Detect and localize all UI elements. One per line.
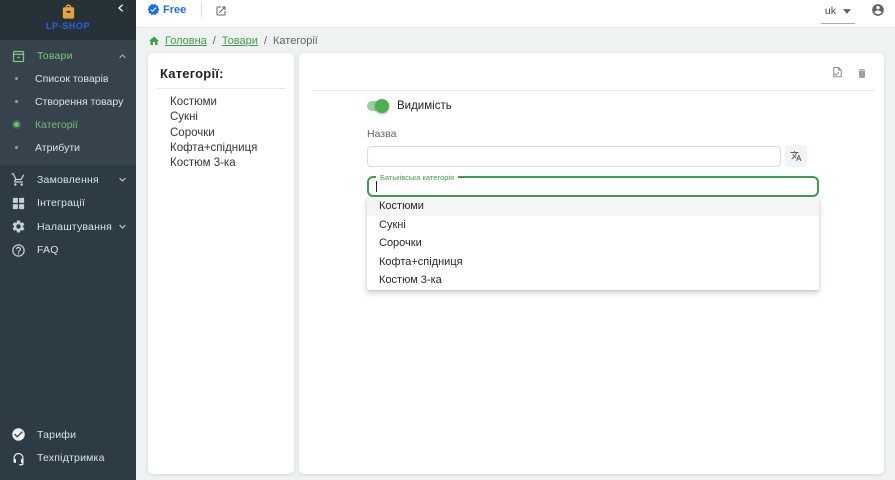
translate-icon — [790, 150, 802, 162]
visibility-toggle-row: Видимість — [367, 98, 819, 114]
sidebar-collapse-icon[interactable] — [116, 3, 126, 13]
sidebar-item-label: FAQ — [37, 244, 59, 256]
sidebar-item-orders[interactable]: Замовлення — [0, 168, 136, 192]
breadcrumb-current: Категорії — [273, 35, 318, 47]
save-icon[interactable] — [831, 67, 844, 80]
toggle-thumb-icon — [375, 99, 389, 113]
topbar-divider — [201, 2, 202, 19]
topbar-right: uk — [821, 2, 885, 24]
headset-support-icon — [11, 451, 26, 466]
sidebar-item-product-list[interactable]: Список товарів — [0, 67, 136, 90]
breadcrumb-separator: / — [213, 35, 216, 47]
sidebar-item-support[interactable]: Техпідтримка — [0, 447, 136, 471]
sidebar-header: LP-SHOP — [0, 0, 136, 40]
breadcrumb-link-home[interactable]: Головна — [165, 35, 207, 47]
sidebar-item-tariffs[interactable]: Тарифи — [0, 423, 136, 447]
bullet-icon — [15, 100, 18, 103]
dropdown-option[interactable]: Костюми — [367, 197, 819, 216]
dropdown-option[interactable]: Костюм 3-ка — [367, 271, 819, 290]
category-list-item[interactable]: Сорочки — [157, 126, 286, 141]
visibility-label: Видимість — [397, 100, 452, 112]
sidebar-item-attributes[interactable]: Атрибути — [0, 136, 136, 159]
sidebar-section-products: Товари Список товарів Створення товару К… — [0, 40, 136, 165]
editor-actions — [831, 67, 868, 80]
delete-trash-icon[interactable] — [856, 67, 868, 80]
breadcrumb-link-products[interactable]: Товари — [222, 35, 258, 47]
name-field-row — [367, 145, 819, 167]
open-in-new-icon[interactable] — [215, 5, 227, 17]
bullet-icon — [15, 146, 18, 149]
sidebar-item-label: Налаштування — [37, 221, 112, 233]
shopping-cart-icon — [11, 172, 26, 187]
sidebar-item-label: Інтеграції — [37, 197, 85, 209]
topbar: Free uk — [136, 0, 895, 28]
help-circle-icon — [11, 243, 26, 258]
category-form: Видимість Назва Батьківська категорія — [367, 98, 819, 290]
home-icon[interactable] — [148, 35, 160, 47]
sidebar-subitem-label: Список товарів — [35, 73, 108, 85]
chevron-down-icon — [118, 222, 127, 231]
inventory-box-icon — [11, 49, 26, 64]
check-circle-icon — [11, 427, 26, 442]
app-logo-text: LP-SHOP — [46, 21, 90, 31]
caret-down-icon — [843, 9, 851, 14]
name-input[interactable] — [367, 146, 781, 167]
categories-list: Костюми Сукні Сорочки Кофта+спідниця Кос… — [157, 95, 286, 171]
plan-badge[interactable]: Free — [147, 3, 186, 16]
category-list-item[interactable]: Костюм 3-ка — [157, 156, 286, 171]
divider — [312, 90, 874, 91]
category-list-item[interactable]: Костюми — [157, 95, 286, 110]
name-field-label: Назва — [367, 128, 819, 140]
breadcrumb: Головна / Товари / Категорії — [136, 28, 895, 48]
gear-icon — [11, 219, 26, 234]
sidebar-item-label: Техпідтримка — [37, 452, 105, 464]
sidebar-item-label: Товари — [37, 50, 73, 62]
sidebar-item-label: Замовлення — [37, 174, 99, 186]
language-select[interactable]: uk — [821, 2, 855, 24]
dropdown-option[interactable]: Кофта+спідниця — [367, 253, 819, 272]
translate-button[interactable] — [785, 145, 807, 167]
breadcrumb-separator: / — [264, 35, 267, 47]
dropdown-option[interactable]: Сукні — [367, 216, 819, 235]
sidebar-main-menu: Замовлення Інтеграції Налаштування FA — [0, 165, 136, 262]
category-list-item[interactable]: Сукні — [157, 110, 286, 125]
sidebar-bottom-menu: Тарифи Техпідтримка — [0, 423, 136, 470]
plan-label: Free — [163, 4, 186, 16]
bullet-icon — [15, 77, 18, 80]
chevron-down-icon — [118, 175, 127, 184]
verified-badge-icon — [147, 3, 160, 16]
sidebar: LP-SHOP Товари Список товарів Створення … — [0, 0, 136, 480]
sidebar-subitem-label: Створення товару — [35, 96, 123, 108]
dropdown-option[interactable]: Сорочки — [367, 234, 819, 253]
categories-panel: Категорії: Костюми Сукні Сорочки Кофта+с… — [148, 53, 294, 474]
sidebar-item-categories[interactable]: Категорії — [0, 113, 136, 136]
sidebar-item-faq[interactable]: FAQ — [0, 239, 136, 263]
account-circle-icon[interactable] — [871, 3, 885, 17]
parent-category-dropdown: Костюми Сукні Сорочки Кофта+спідниця Кос… — [367, 197, 819, 290]
chevron-up-icon — [118, 52, 127, 61]
sidebar-item-products[interactable]: Товари — [0, 45, 136, 67]
category-list-item[interactable]: Кофта+спідниця — [157, 141, 286, 156]
sidebar-item-integrations[interactable]: Інтеграції — [0, 192, 136, 216]
shopping-bag-logo-icon — [60, 3, 77, 20]
text-cursor — [376, 181, 377, 192]
sidebar-item-label: Тарифи — [37, 429, 76, 441]
apps-grid-icon — [11, 196, 26, 211]
sidebar-item-product-create[interactable]: Створення товару — [0, 90, 136, 113]
active-bullet-icon — [14, 122, 19, 127]
divider — [157, 88, 286, 89]
visibility-toggle[interactable] — [367, 101, 387, 111]
main-content: Головна / Товари / Категорії Категорії: … — [136, 28, 895, 480]
parent-category-input[interactable]: Батьківська категорія — [367, 176, 819, 197]
language-code: uk — [825, 5, 836, 17]
sidebar-item-settings[interactable]: Налаштування — [0, 215, 136, 239]
cards-row: Категорії: Костюми Сукні Сорочки Кофта+с… — [148, 53, 884, 474]
category-editor-panel: Видимість Назва Батьківська категорія — [299, 53, 884, 474]
sidebar-subitem-label: Атрибути — [35, 142, 80, 154]
categories-panel-title: Категорії: — [157, 66, 286, 81]
sidebar-subitem-label: Категорії — [35, 119, 78, 131]
parent-category-label: Батьківська категорія — [376, 173, 458, 182]
